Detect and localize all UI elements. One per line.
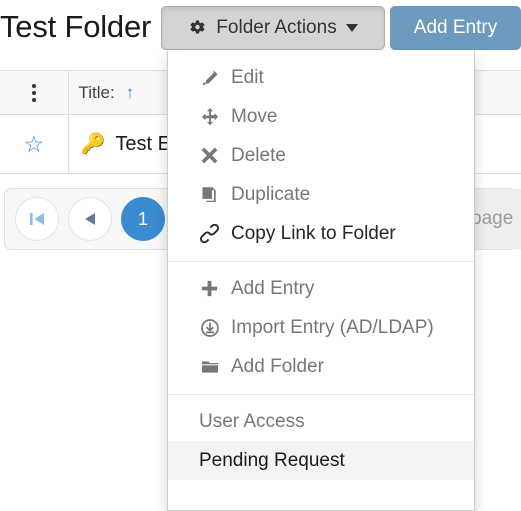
x-cross-icon [199, 147, 220, 164]
menu-item-add-entry[interactable]: Add Entry [168, 269, 474, 308]
star-outline-icon[interactable]: ☆ [23, 132, 44, 156]
pagination-prev-button[interactable] [68, 197, 112, 241]
folder-icon [199, 359, 220, 375]
menu-divider-1 [168, 261, 474, 262]
menu-item-move-label: Move [231, 105, 278, 127]
folder-actions-button[interactable]: Folder Actions [161, 6, 385, 50]
menu-item-delete[interactable]: Delete [168, 136, 474, 175]
menu-divider-2 [168, 394, 474, 395]
move-arrows-icon [199, 107, 220, 126]
download-circle-icon [199, 318, 220, 337]
menu-item-import-entry[interactable]: Import Entry (AD/LDAP) [168, 308, 474, 347]
plus-icon [199, 280, 220, 297]
menu-item-edit-label: Edit [231, 66, 264, 88]
menu-item-copy-link-label: Copy Link to Folder [231, 222, 396, 244]
gear-icon [188, 19, 207, 38]
menu-item-pending-request-label: Pending Request [199, 449, 345, 471]
menu-item-delete-label: Delete [231, 144, 286, 166]
page-title: Test Folder [0, 9, 152, 44]
row-favorite-cell[interactable]: ☆ [0, 114, 69, 174]
column-header-title-label: Title: [78, 82, 115, 102]
key-icon: 🔑 [80, 133, 106, 155]
folder-actions-dropdown: Edit Move Delete Duplicate Copy Link to [167, 51, 475, 511]
menu-item-user-access-label: User Access [199, 410, 305, 432]
folder-actions-label: Folder Actions [216, 17, 337, 38]
sort-ascending-icon[interactable]: ↑ [126, 84, 135, 101]
menu-item-edit[interactable]: Edit [168, 58, 474, 97]
chain-link-icon [199, 224, 220, 243]
menu-item-pending-request[interactable]: Pending Request [168, 441, 474, 480]
entry-title: Test E [115, 132, 171, 155]
duplicate-pages-icon [199, 186, 220, 204]
column-header-select[interactable] [0, 70, 69, 115]
menu-item-move[interactable]: Move [168, 97, 474, 136]
add-entry-button[interactable]: Add Entry [390, 6, 521, 50]
vertical-dots-icon[interactable] [31, 83, 36, 102]
caret-down-icon [345, 24, 358, 32]
menu-item-add-entry-label: Add Entry [231, 277, 315, 299]
add-entry-label: Add Entry [413, 17, 498, 38]
menu-item-import-entry-label: Import Entry (AD/LDAP) [231, 316, 434, 338]
pagination-first-button[interactable] [15, 197, 59, 241]
menu-item-copy-link-to-folder[interactable]: Copy Link to Folder [168, 214, 474, 253]
menu-item-duplicate[interactable]: Duplicate [168, 175, 474, 214]
menu-item-duplicate-label: Duplicate [231, 183, 311, 205]
pagination-page-1[interactable]: 1 [121, 197, 165, 241]
app-screen: Test Folder Folder Actions Add Entry Tit… [0, 0, 521, 511]
menu-item-add-folder[interactable]: Add Folder [168, 347, 474, 386]
pencil-icon [199, 69, 220, 87]
menu-item-user-access[interactable]: User Access [168, 402, 474, 441]
menu-item-add-folder-label: Add Folder [231, 355, 324, 377]
